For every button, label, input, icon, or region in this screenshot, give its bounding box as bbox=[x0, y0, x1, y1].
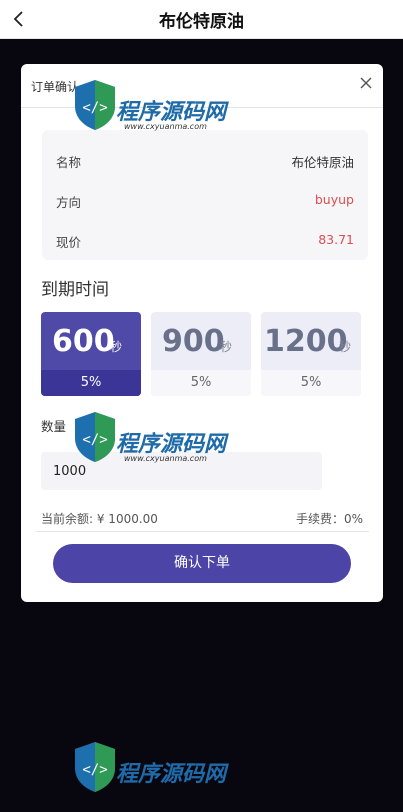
time-rate: 5% bbox=[151, 370, 251, 396]
expire-time-label: 到期时间 bbox=[41, 280, 109, 300]
info-row-direction: 方向 buyup bbox=[56, 192, 354, 212]
close-icon[interactable] bbox=[359, 76, 373, 90]
time-seconds: 600 bbox=[52, 324, 115, 359]
time-unit: 秒 bbox=[220, 340, 233, 354]
fee-text: 手续费：0% bbox=[295, 512, 363, 526]
time-option-top: 900 秒 bbox=[151, 312, 251, 370]
watermark-text: 程序源码网 bbox=[116, 762, 227, 787]
time-option-1200[interactable]: 1200 秒 5% bbox=[261, 312, 361, 396]
price-label: 现价 bbox=[56, 235, 82, 250]
price-value: 83.71 bbox=[318, 232, 354, 247]
time-seconds: 900 bbox=[162, 324, 225, 359]
divider bbox=[35, 531, 369, 532]
watermark-logo: </> 程序源码网 www.cxyuanma.com bbox=[72, 78, 242, 150]
time-seconds: 1200 bbox=[264, 324, 348, 359]
svg-text:</>: </> bbox=[82, 432, 107, 448]
shield-code-icon: </> bbox=[75, 742, 115, 792]
quantity-label: 数量 bbox=[41, 419, 67, 434]
time-option-top: 600 秒 bbox=[41, 312, 141, 370]
time-option-600[interactable]: 600 秒 5% bbox=[41, 312, 141, 396]
info-row-name: 名称 布伦特原油 bbox=[56, 152, 354, 172]
shield-code-icon: </> bbox=[75, 80, 115, 130]
top-bar: 布伦特原油 bbox=[0, 0, 403, 39]
time-unit: 秒 bbox=[110, 340, 123, 354]
name-value: 布伦特原油 bbox=[291, 155, 354, 170]
svg-text:</>: </> bbox=[82, 762, 107, 778]
confirm-order-button[interactable]: 确认下单 bbox=[53, 544, 351, 583]
direction-value: buyup bbox=[314, 192, 354, 207]
direction-label: 方向 bbox=[56, 195, 82, 210]
svg-text:</>: </> bbox=[82, 100, 107, 116]
time-option-900[interactable]: 900 秒 5% bbox=[151, 312, 251, 396]
time-option-top: 1200 秒 bbox=[261, 312, 361, 370]
time-rate: 5% bbox=[41, 370, 141, 396]
balance-text: 当前余额: ¥ 1000.00 bbox=[41, 512, 158, 526]
watermark-sub: www.cxyuanma.com bbox=[124, 122, 207, 131]
page-title: 布伦特原油 bbox=[159, 12, 244, 32]
name-label: 名称 bbox=[56, 155, 82, 170]
shield-code-icon: </> bbox=[75, 412, 115, 462]
watermark-logo: </> 程序源码网 www.cxyuanma.com bbox=[72, 410, 242, 482]
time-unit: 秒 bbox=[339, 340, 352, 354]
watermark-logo: </> 程序源码网 bbox=[72, 740, 242, 812]
watermark-sub: www.cxyuanma.com bbox=[124, 454, 207, 463]
time-rate: 5% bbox=[261, 370, 361, 396]
info-row-price: 现价 83.71 bbox=[56, 232, 354, 252]
